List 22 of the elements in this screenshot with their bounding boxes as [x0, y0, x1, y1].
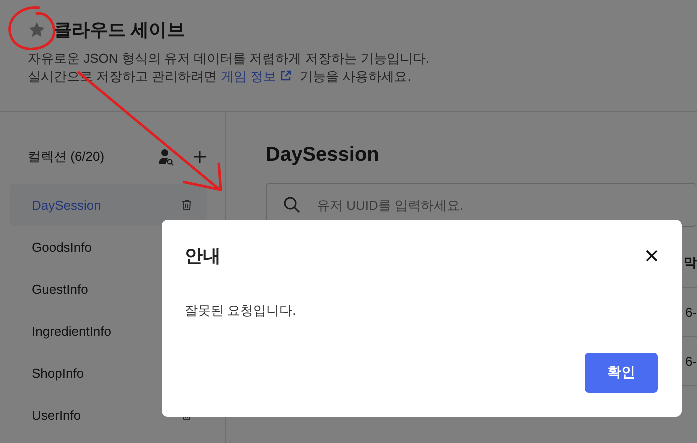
star-icon[interactable]: [28, 21, 46, 39]
page-title: 클라우드 세이브: [54, 19, 186, 42]
collection-title: DaySession: [266, 144, 380, 167]
table-cell: 6-: [685, 304, 697, 320]
add-icon[interactable]: [193, 150, 207, 164]
table-cell: 6-: [685, 354, 697, 368]
external-link-icon[interactable]: [280, 70, 292, 82]
description-text: 자유로운 JSON 형식의 유저 데이터를 저렴하게 저장하는 기능입니다.: [28, 50, 431, 68]
annotation-circle-drawing: [8, 6, 56, 50]
close-icon[interactable]: [646, 250, 658, 262]
trash-icon[interactable]: [181, 199, 193, 211]
search-input[interactable]: 유저 UUID를 입력하세요.: [315, 196, 697, 214]
collection-heading: 컬렉션 (6/20): [28, 148, 106, 166]
search-icon: [283, 196, 301, 214]
dialog-message: 잘못된 요청입니다.: [185, 302, 298, 320]
confirm-button[interactable]: 확인: [585, 353, 658, 393]
game-info-link[interactable]: 게임 정보: [220, 69, 276, 84]
dialog-title: 안내: [185, 245, 221, 268]
search-field[interactable]: 유저 UUID를 입력하세요.: [266, 183, 697, 227]
column-header: 막: [684, 254, 697, 272]
user-search-icon[interactable]: [157, 148, 175, 166]
collection-item[interactable]: DaySession: [10, 184, 207, 226]
